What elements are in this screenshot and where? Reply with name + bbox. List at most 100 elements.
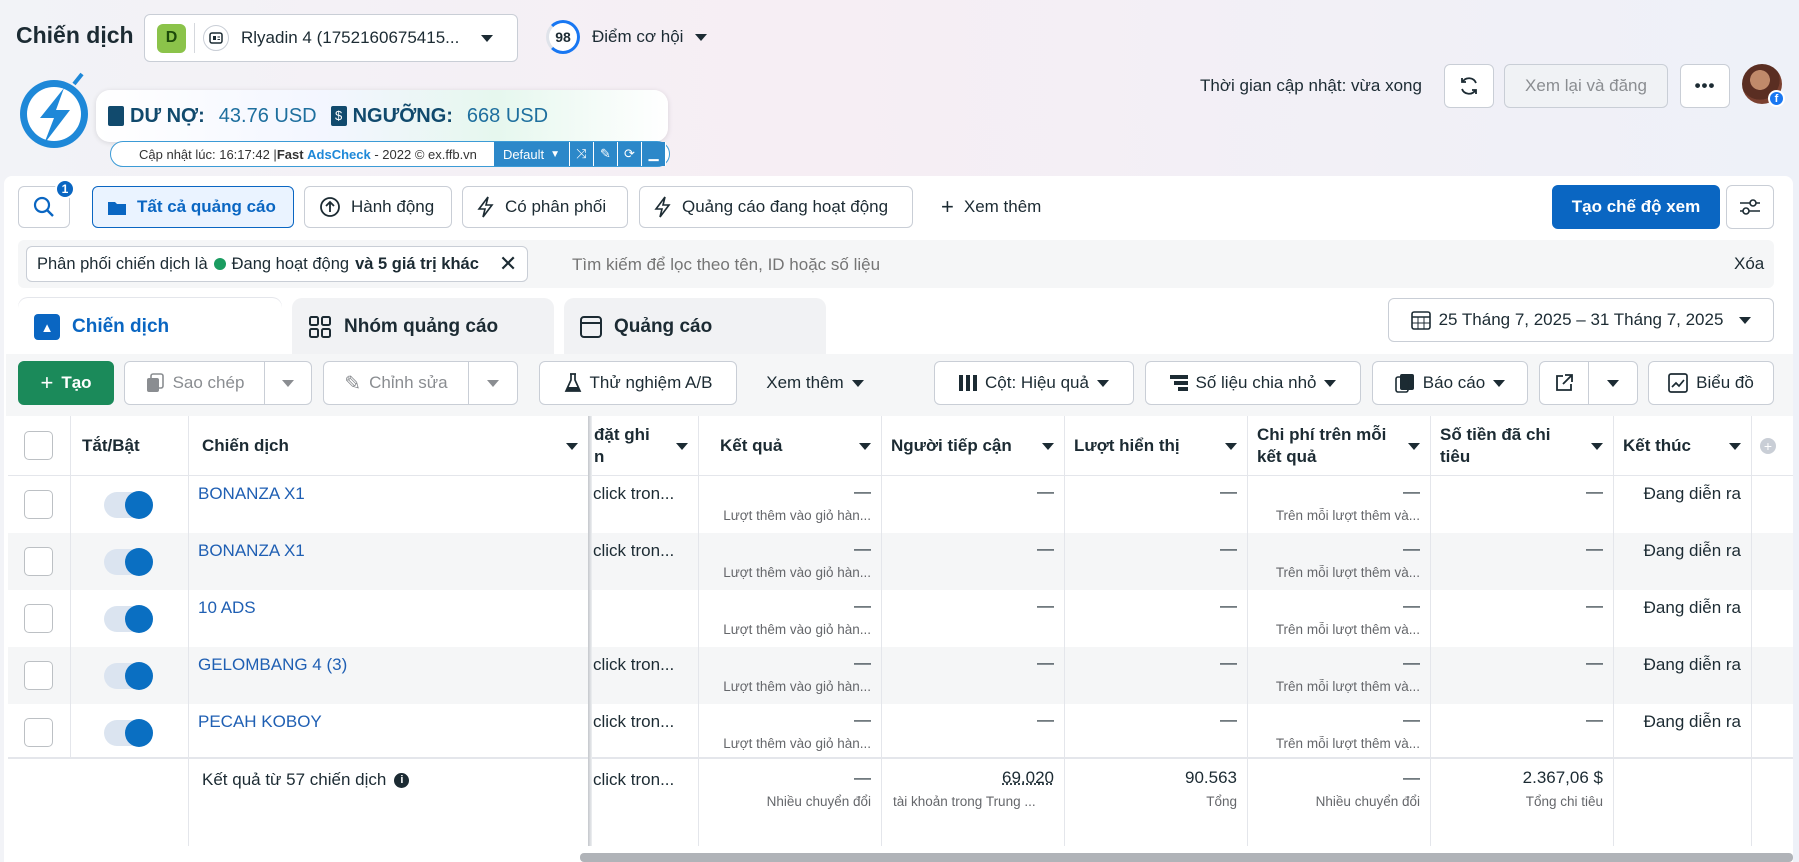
cost-per-result-sub: Trên mỗi lượt thêm và... — [1275, 622, 1420, 637]
chevron-down-icon — [1493, 379, 1506, 387]
campaign-name-link[interactable]: BONANZA X1 — [198, 484, 305, 504]
header-reach[interactable]: Người tiếp cận — [881, 416, 1064, 476]
breakdown-label: Số liệu chia nhỏ — [1195, 373, 1317, 392]
campaign-name-link[interactable]: 10 ADS — [198, 598, 256, 618]
edit-button[interactable]: ✎ Chỉnh sửa — [323, 361, 469, 405]
filter-search-input[interactable] — [572, 250, 1672, 280]
header-attribution[interactable]: đặt ghi n — [588, 416, 698, 476]
copy-button[interactable]: Sao chép — [124, 361, 265, 405]
export-dropdown[interactable] — [1588, 361, 1638, 405]
row-checkbox[interactable] — [24, 604, 53, 633]
line-chart-icon — [1668, 373, 1689, 393]
chevron-down-icon — [282, 379, 294, 387]
header-results[interactable]: Kết quả — [698, 416, 881, 476]
campaign-name-link[interactable]: GELOMBANG 4 (3) — [198, 655, 347, 675]
cost-per-result-sub: Trên mỗi lượt thêm và... — [1275, 508, 1420, 523]
sync-icon: ⟳ — [624, 146, 635, 161]
close-icon[interactable]: ✕ — [499, 253, 517, 275]
campaign-toggle[interactable] — [104, 605, 153, 633]
create-button[interactable]: + Tạo — [18, 361, 114, 405]
dollar-file-icon: $ — [330, 106, 347, 126]
filter-actions[interactable]: Hành động — [304, 186, 452, 228]
header-attribution-line2: n — [594, 447, 605, 466]
reach-cell: — — [1037, 482, 1054, 501]
amount-spent-cell: — — [1586, 539, 1603, 558]
campaign-name-link[interactable]: BONANZA X1 — [198, 541, 305, 561]
summary-reach-sub: tài khoản trong Trung ... — [893, 794, 1036, 809]
columns-button[interactable]: Cột: Hiệu quả — [934, 361, 1134, 405]
row-checkbox[interactable] — [24, 661, 53, 690]
campaign-toggle[interactable] — [104, 662, 153, 690]
column-divider — [698, 416, 699, 846]
summary-label-text: Kết quả từ 57 chiến dịch — [202, 770, 387, 789]
copy-dropdown[interactable] — [264, 361, 312, 405]
edit-button[interactable]: ✎ — [594, 142, 618, 166]
debt-label: DƯ NỢ: — [130, 104, 205, 127]
summary-amount-spent: 2.367,06 $ — [1522, 768, 1603, 787]
row-checkbox[interactable] — [24, 718, 53, 747]
minimize-button[interactable]: ▁ — [642, 142, 666, 166]
more-options-button[interactable]: ••• — [1680, 64, 1730, 108]
summary-results: — — [854, 768, 871, 787]
column-divider — [1064, 416, 1065, 846]
sync-button[interactable]: ⟳ — [618, 142, 642, 166]
date-range-picker[interactable]: 25 Tháng 7, 2025 – 31 Tháng 7, 2025 — [1388, 298, 1774, 342]
opportunity-score[interactable]: 98 Điểm cơ hội — [546, 20, 708, 54]
info-icon[interactable]: i — [394, 772, 410, 788]
row-checkbox[interactable] — [24, 490, 53, 519]
search-button[interactable]: 1 — [18, 179, 75, 228]
results-sub: Lượt thêm vào giỏ hàn... — [723, 565, 871, 580]
view-settings-button[interactable] — [1726, 185, 1774, 229]
header-cost-per-result[interactable]: Chi phí trên mỗi kết quả — [1247, 416, 1430, 476]
filter-chip[interactable]: Phân phối chiến dịch là Đang hoạt động v… — [26, 246, 529, 282]
header-impressions[interactable]: Lượt hiển thị — [1064, 416, 1247, 476]
cost-per-result-cell: — — [1403, 596, 1420, 615]
tab-ad-sets[interactable]: Nhóm quảng cáo — [292, 298, 554, 356]
account-selector[interactable]: D Rlyadin 4 (1752160675415... — [144, 14, 518, 62]
filter-active-ads[interactable]: Quảng cáo đang hoạt động — [639, 186, 913, 228]
lightning-icon — [654, 196, 671, 218]
campaign-toggle[interactable] — [104, 491, 153, 519]
sort-icon — [1042, 442, 1054, 450]
breakdown-button[interactable]: Số liệu chia nhỏ — [1145, 361, 1361, 405]
chart-button[interactable]: Biểu đồ — [1648, 361, 1774, 405]
campaign-toggle[interactable] — [104, 548, 153, 576]
attribution-cell: click tron... — [593, 484, 675, 503]
tab-campaigns[interactable]: ▲ Chiến dịch — [18, 298, 282, 356]
campaign-name-link[interactable]: PECAH KOBOY — [198, 712, 322, 732]
tab-ads[interactable]: Quảng cáo — [564, 298, 826, 356]
ab-test-button[interactable]: Thử nghiệm A/B — [539, 361, 737, 405]
export-button[interactable] — [1539, 361, 1589, 405]
mode-select[interactable]: Default ▼ — [494, 142, 570, 166]
header-toggle[interactable]: Tắt/Bật — [72, 416, 192, 476]
create-view-button[interactable]: Tạo chế độ xem — [1552, 185, 1720, 229]
row-checkbox[interactable] — [24, 547, 53, 576]
header-campaign[interactable]: Chiến dịch — [192, 416, 588, 476]
avatar[interactable]: f — [1742, 64, 1785, 107]
column-divider — [188, 416, 189, 846]
chevron-down-icon — [487, 379, 499, 387]
header-end[interactable]: Kết thúc — [1613, 416, 1751, 476]
header-spent-line2: tiêu — [1440, 447, 1471, 466]
more-button[interactable]: Xem thêm — [750, 361, 880, 405]
clear-filters-link[interactable]: Xóa — [1734, 254, 1764, 274]
horizontal-scrollbar[interactable] — [580, 853, 1793, 862]
campaign-toggle[interactable] — [104, 719, 153, 747]
filter-delivering[interactable]: Có phân phối — [462, 186, 628, 228]
sort-icon — [566, 442, 578, 450]
shuffle-button[interactable]: ⤨ — [570, 142, 594, 166]
summary-cost-per-result: — — [1403, 768, 1420, 787]
filter-see-more[interactable]: + Xem thêm — [926, 186, 1066, 228]
facebook-icon: f — [1768, 90, 1785, 107]
add-column-icon[interactable]: + — [1760, 438, 1776, 454]
reports-button[interactable]: Báo cáo — [1372, 361, 1528, 405]
chip-status: Đang hoạt động — [231, 254, 350, 273]
header-amount-spent[interactable]: Số tiền đã chi tiêu — [1430, 416, 1613, 476]
summary-reach[interactable]: 69.020 — [881, 768, 1054, 788]
cost-per-result-cell: — — [1403, 710, 1420, 729]
select-all-checkbox[interactable] — [24, 431, 53, 460]
filter-all-ads[interactable]: Tất cả quảng cáo — [92, 186, 294, 228]
review-publish-button[interactable]: Xem lại và đăng — [1504, 64, 1668, 108]
edit-dropdown[interactable] — [468, 361, 518, 405]
refresh-button[interactable] — [1444, 64, 1494, 108]
